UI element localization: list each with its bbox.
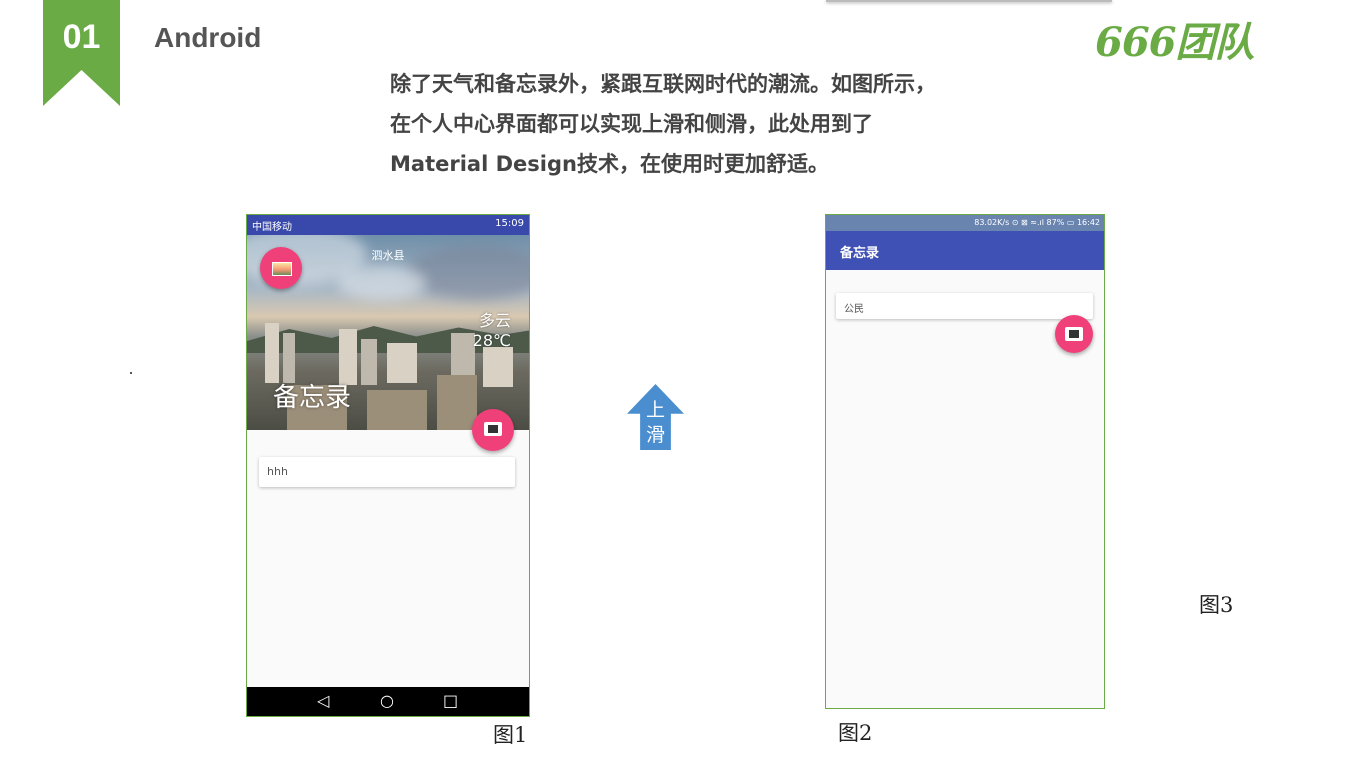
memo-card[interactable]: hhh [259,457,515,487]
arrow-label-line: 上 [645,399,665,421]
memo-card-text: hhh [267,465,288,478]
arrow-label-line: 滑 [645,424,665,446]
description-line: Material Design技术，在使用时更加舒适。 [390,152,829,176]
memo-card-text: 公民 [844,304,864,315]
phone-screenshot-2: 83.02K/s ⊙ ⊠ ≈.ıl 87% ▭ 16:42 备忘录 公民 [825,214,1105,709]
description-line: 除了天气和备忘录外，紧跟互联网时代的潮流。如图所示， [390,72,936,96]
figure-caption-3: 图3 [1199,593,1234,617]
toolbar: 备忘录 [826,231,1104,270]
collapsing-title: 备忘录 [273,383,352,413]
top-divider [826,0,1112,2]
section-number: 01 [62,18,101,56]
figure-caption-2: 图2 [838,721,873,745]
recent-apps-icon[interactable]: □ [443,692,458,710]
memo-card[interactable]: 公民 [836,293,1093,319]
edit-note-icon [1065,327,1083,341]
arrow-label: 上 滑 [627,398,684,448]
status-bar: 中国移动 15:09 [247,215,529,235]
description-line: 在个人中心界面都可以实现上滑和侧滑，此处用到了 [390,112,873,136]
temperature: 28℃ [472,331,511,350]
phone-screenshot-1: 中国移动 15:09 泗水县 多云 28℃ 备忘录 hhh ◁ ○ □ [246,214,530,717]
stray-dot [130,372,132,374]
edit-fab[interactable] [472,409,514,451]
edit-fab[interactable] [1055,315,1093,353]
status-time: 15:09 [495,218,524,229]
navigation-bar: ◁ ○ □ [247,687,529,716]
avatar-button[interactable] [260,247,302,289]
back-icon[interactable]: ◁ [317,692,329,710]
carrier-label: 中国移动 [252,222,292,233]
description: 除了天气和备忘录外，紧跟互联网时代的潮流。如图所示， 在个人中心界面都可以实现上… [390,64,1010,184]
section-title: Android [154,22,262,53]
weather-condition: 多云 [478,311,511,330]
weather-readout: 多云 28℃ [473,311,511,351]
toolbar-title: 备忘录 [840,246,880,261]
status-indicators: 83.02K/s ⊙ ⊠ ≈.ıl 87% ▭ 16:42 [974,218,1100,227]
figure-caption-1: 图1 [493,723,528,747]
team-logo: 666团队 [1095,19,1254,66]
image-icon [272,262,292,276]
status-bar: 83.02K/s ⊙ ⊠ ≈.ıl 87% ▭ 16:42 [826,215,1104,231]
edit-note-icon [484,422,502,436]
home-icon[interactable]: ○ [380,692,394,710]
